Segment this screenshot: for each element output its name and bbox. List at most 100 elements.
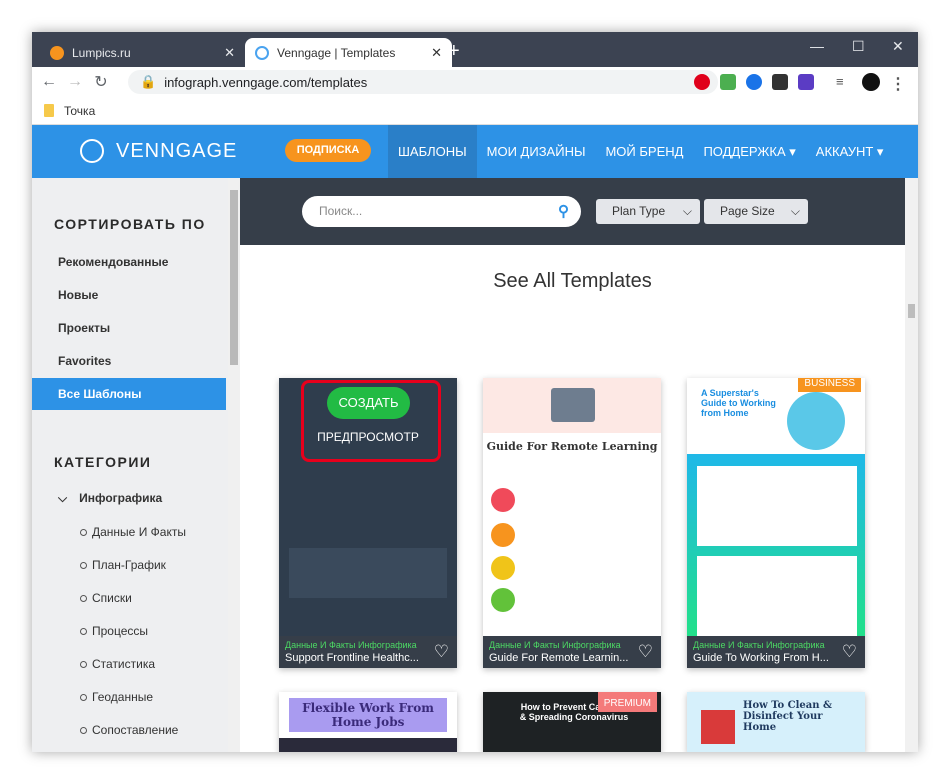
template-thumbnail: A Superstar's Guide to Working from Home — [687, 378, 865, 636]
category-item[interactable]: Геоданные — [80, 690, 153, 704]
new-tab-icon[interactable]: + — [448, 40, 460, 63]
search-input[interactable]: Поиск... ⚲ — [302, 196, 581, 227]
category-group-infographics[interactable]: ⌵ Инфографика — [58, 491, 162, 506]
nav-support[interactable]: ПОДДЕРЖКА ▾ — [693, 125, 805, 178]
sidebar-scrollbar[interactable] — [228, 178, 240, 752]
minimize-icon[interactable]: — — [810, 38, 824, 54]
browser-toolbar: ← → ↻ 🔒infograph.venngage.com/templates☆… — [32, 67, 918, 97]
main-nav: ШАБЛОНЫ МОИ ДИЗАЙНЫ МОЙ БРЕНД ПОДДЕРЖКА … — [388, 125, 893, 178]
template-thumbnail: СОЗДАТЬ ПРЕДПРОСМОТР — [279, 378, 457, 636]
bookmarks-bar: Точка — [32, 97, 918, 125]
main-scrollbar[interactable] — [905, 178, 918, 752]
business-badge: BUSINESS — [798, 378, 861, 392]
folder-icon — [44, 104, 54, 117]
reload-icon[interactable]: ↻ — [88, 72, 114, 92]
close-tab-icon[interactable]: ✕ — [224, 45, 235, 61]
opera-extension-icon[interactable] — [694, 74, 710, 90]
nav-account[interactable]: АККАУНТ ▾ — [806, 125, 894, 178]
thumbnail-title: How To Clean & Disinfect Your Home — [743, 700, 833, 733]
card-title: Guide For Remote Learnin... — [489, 652, 629, 664]
template-card[interactable]: Flexible Work From Home Jobs — [279, 692, 457, 752]
category-item[interactable]: Сопоставление — [80, 723, 178, 737]
site-header: VENNGAGE ПОДПИСКА ШАБЛОНЫ МОИ ДИЗАЙНЫ МО… — [32, 125, 918, 178]
templates-main: Поиск... ⚲ Plan Type ⌵ Page Size ⌵ See All … — [240, 178, 905, 752]
music-extension-icon[interactable] — [720, 74, 736, 90]
heart-icon[interactable]: ♡ — [638, 642, 653, 662]
sidebar: СОРТИРОВАТЬ ПО Рекомендованные Новые Про… — [32, 178, 240, 752]
heart-icon[interactable]: ♡ — [842, 642, 857, 662]
tab-label: Venngage | Templates — [277, 45, 396, 60]
template-card[interactable]: How to Prevent Catching & Spreading Coro… — [483, 692, 661, 752]
playlist-icon[interactable]: ≡ — [836, 74, 852, 90]
premium-badge: PREMIUM — [597, 692, 657, 712]
thumbnail-title: A Superstar's Guide to Working from Home — [701, 388, 776, 418]
sort-projects[interactable]: Проекты — [58, 321, 110, 335]
page-title: See All Templates — [493, 270, 652, 292]
sort-new[interactable]: Новые — [58, 288, 98, 302]
category-item[interactable]: План-График — [80, 558, 166, 572]
card-category: Данные И Факты Инфографика — [489, 640, 621, 650]
scrollbar-thumb[interactable] — [908, 304, 915, 318]
subscribe-button[interactable]: ПОДПИСКА — [285, 139, 371, 162]
create-button[interactable]: СОЗДАТЬ — [327, 387, 410, 419]
back-icon[interactable]: ← — [36, 73, 62, 91]
bookmark-item[interactable]: Точка — [64, 104, 95, 118]
vpn-extension-icon[interactable] — [746, 74, 762, 90]
lock-icon: 🔒 — [140, 74, 157, 89]
preview-button[interactable]: ПРЕДПРОСМОТР — [279, 430, 457, 444]
search-placeholder: Поиск... — [319, 204, 363, 218]
maximize-icon[interactable]: ☐ — [852, 38, 865, 55]
tab-lumpics[interactable]: Lumpics.ru ✕ — [40, 38, 245, 67]
template-card[interactable]: How To Clean & Disinfect Your Home — [687, 692, 865, 752]
category-item[interactable]: Статистика — [80, 657, 155, 671]
template-card[interactable]: СОЗДАТЬ ПРЕДПРОСМОТР Данные И Факты Инфо… — [279, 378, 457, 668]
browser-window: Lumpics.ru ✕ Venngage | Templates ✕ + — ☐ … — [32, 32, 918, 752]
venngage-favicon-icon — [255, 45, 269, 60]
address-bar[interactable]: 🔒infograph.venngage.com/templates☆ — [128, 70, 718, 94]
nav-my-brand[interactable]: МОЙ БРЕНД — [595, 125, 693, 178]
nav-my-designs[interactable]: МОИ ДИЗАЙНЫ — [477, 125, 596, 178]
tab-bar: Lumpics.ru ✕ Venngage | Templates ✕ + — ☐ … — [32, 32, 918, 67]
avatar[interactable] — [862, 73, 880, 91]
logo-text: VENNGAGE — [116, 139, 238, 162]
tab-label: Lumpics.ru — [72, 45, 131, 60]
scrollbar-thumb[interactable] — [230, 190, 238, 365]
card-category: Данные И Факты Инфографика — [693, 640, 825, 650]
sort-favorites[interactable]: Favorites — [58, 354, 111, 368]
card-title: Guide To Working From H... — [693, 652, 829, 664]
plan-type-dropdown[interactable]: Plan Type ⌵ — [596, 199, 700, 224]
card-caption: Данные И Факты Инфографика Support Frontl… — [279, 636, 457, 668]
categories-heading: КАТЕГОРИИ — [54, 454, 152, 470]
category-group-label: Инфографика — [79, 491, 163, 505]
template-card[interactable]: Guide For Remote Learning Данные И Факты… — [483, 378, 661, 668]
sort-all-templates[interactable]: Все Шаблоны — [32, 378, 226, 410]
template-card[interactable]: A Superstar's Guide to Working from Home… — [687, 378, 865, 668]
template-thumbnail: Flexible Work From Home Jobs — [279, 692, 457, 752]
nav-templates[interactable]: ШАБЛОНЫ — [388, 125, 477, 178]
menu-dots-icon[interactable]: ⋮ — [890, 74, 906, 93]
heart-icon[interactable]: ♡ — [434, 642, 449, 662]
chevron-down-icon: ⌵ — [790, 204, 800, 218]
dropdown-label: Plan Type — [612, 204, 666, 218]
template-thumbnail: Guide For Remote Learning — [483, 378, 661, 636]
category-item[interactable]: Списки — [80, 591, 132, 605]
chevron-down-icon: ⌵ — [58, 491, 68, 505]
forward-icon[interactable]: → — [62, 73, 88, 91]
extension-icon[interactable] — [772, 74, 788, 90]
sort-heading: СОРТИРОВАТЬ ПО — [54, 216, 206, 232]
category-item[interactable]: Процессы — [80, 624, 148, 638]
extension-icon[interactable] — [798, 74, 814, 90]
tab-venngage[interactable]: Venngage | Templates ✕ — [245, 38, 452, 67]
card-caption: Данные И Факты Инфографика Guide To Worki… — [687, 636, 865, 668]
close-window-icon[interactable]: ✕ — [892, 38, 904, 55]
page-size-dropdown[interactable]: Page Size ⌵ — [704, 199, 808, 224]
dropdown-label: Page Size — [720, 204, 775, 218]
search-band: Поиск... ⚲ Plan Type ⌵ Page Size ⌵ — [240, 178, 905, 245]
thumbnail-title: Flexible Work From Home Jobs — [289, 698, 447, 732]
sort-recommended[interactable]: Рекомендованные — [58, 255, 168, 269]
search-icon[interactable]: ⚲ — [558, 196, 569, 227]
card-title: Support Frontline Healthc... — [285, 652, 419, 664]
venngage-logo[interactable]: VENNGAGE — [80, 139, 237, 163]
close-tab-icon[interactable]: ✕ — [431, 45, 442, 61]
category-item[interactable]: Данные И Факты — [80, 525, 186, 539]
